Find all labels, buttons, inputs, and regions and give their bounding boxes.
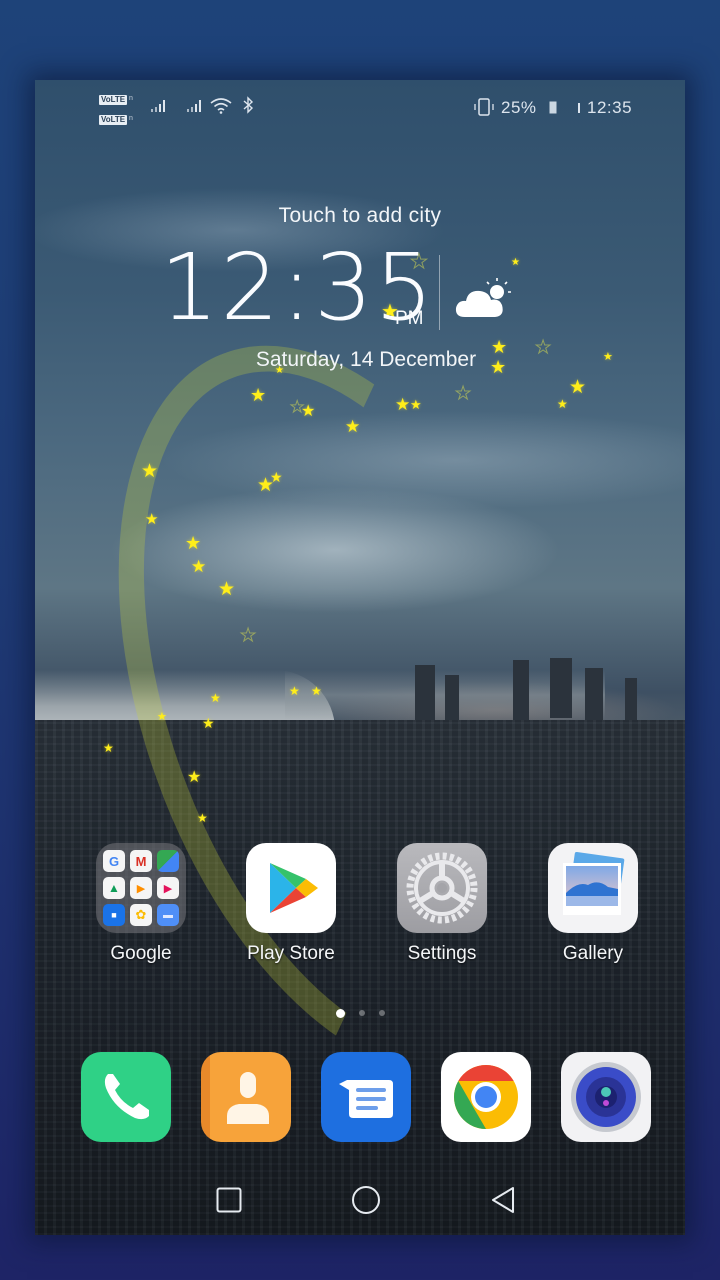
bluetooth-icon bbox=[243, 96, 254, 114]
dock-phone[interactable] bbox=[81, 1052, 171, 1142]
home-button[interactable] bbox=[346, 1184, 386, 1216]
status-time: 12:35 bbox=[587, 98, 633, 117]
star-particle: ★ bbox=[145, 511, 159, 528]
home-icon bbox=[352, 1186, 380, 1214]
wallpaper-building bbox=[585, 668, 603, 728]
phone-screen: ★ ★ ★ ★ ★ ★ ★ ★ ★ ★ ★ ★ ★ ★ ★ ★ ★ ★ ★ ★ … bbox=[35, 80, 685, 1235]
play-store-icon bbox=[246, 843, 336, 933]
clock-ampm: PM bbox=[395, 308, 424, 329]
star-particle: ★ bbox=[250, 385, 267, 405]
messages-icon bbox=[339, 1080, 393, 1118]
page-dot[interactable] bbox=[358, 1010, 365, 1016]
star-particle: ★ bbox=[270, 469, 283, 485]
page-dot-active[interactable] bbox=[335, 1009, 345, 1018]
signal-icon bbox=[187, 100, 201, 112]
star-particle-outline: ★ bbox=[239, 625, 257, 645]
star-particle: ★ bbox=[345, 417, 361, 436]
app-label: Play Store bbox=[247, 943, 335, 964]
photos-icon: ✿ bbox=[130, 904, 152, 926]
add-city-prompt[interactable]: Touch to add city bbox=[35, 204, 685, 228]
play-music-icon: ▶ bbox=[130, 877, 152, 899]
recents-button[interactable] bbox=[209, 1184, 249, 1216]
star-particle: ★ bbox=[185, 533, 202, 553]
star-particle: ★ bbox=[311, 684, 322, 698]
clock-date[interactable]: Saturday, 14 December bbox=[35, 348, 685, 372]
dock-contacts[interactable] bbox=[201, 1052, 291, 1142]
star-particle: ★ bbox=[569, 377, 587, 398]
app-label: Gallery bbox=[562, 943, 624, 964]
messages-mini-icon: ▬ bbox=[157, 904, 179, 926]
gallery-icon bbox=[548, 843, 638, 933]
star-particle: ★ bbox=[218, 579, 236, 600]
volte-icon: VoLTE bbox=[99, 95, 128, 105]
volte-icon: VoLTE bbox=[99, 115, 128, 125]
status-bar: VoLTE n VoLTE n 25% 12:35 bbox=[35, 80, 685, 140]
sim1-data-icon: n bbox=[129, 95, 133, 102]
page-indicator bbox=[35, 1009, 685, 1018]
google-folder-icon: G M ▲ ▶ ▶ ■ ✿ ▬ bbox=[96, 843, 186, 933]
star-particle-outline: ★ bbox=[454, 383, 472, 403]
battery-percent: 25% bbox=[501, 98, 537, 117]
contacts-icon bbox=[227, 1072, 269, 1124]
star-particle: ★ bbox=[187, 769, 202, 786]
app-label: Settings bbox=[407, 943, 477, 964]
star-particle-outline: ★ bbox=[289, 399, 305, 416]
star-particle: ★ bbox=[410, 397, 422, 412]
star-particle: ★ bbox=[141, 461, 159, 482]
notification-indicator bbox=[578, 103, 580, 113]
google-icon: G bbox=[103, 850, 125, 872]
partly-cloudy-icon[interactable] bbox=[453, 275, 517, 325]
back-icon bbox=[492, 1187, 514, 1213]
play-movies-icon: ▶ bbox=[157, 877, 179, 899]
dock-chrome[interactable] bbox=[441, 1052, 531, 1142]
app-play-store[interactable]: Play Store bbox=[231, 843, 351, 965]
star-particle: ★ bbox=[197, 811, 208, 825]
vibrate-icon bbox=[474, 98, 494, 116]
app-gallery[interactable]: Gallery bbox=[533, 843, 653, 965]
star-particle: ★ bbox=[202, 715, 215, 731]
clock-time[interactable]: 12:35 bbox=[160, 242, 435, 334]
back-button[interactable] bbox=[483, 1184, 523, 1216]
dock-camera[interactable] bbox=[561, 1052, 651, 1142]
camera-icon bbox=[571, 1062, 641, 1132]
settings-icon bbox=[397, 843, 487, 933]
wifi-icon bbox=[210, 98, 232, 114]
gmail-icon: M bbox=[130, 850, 152, 872]
widget-divider bbox=[439, 255, 440, 330]
app-settings[interactable]: Settings bbox=[382, 843, 502, 965]
star-particle: ★ bbox=[511, 257, 520, 268]
duo-icon: ■ bbox=[103, 904, 125, 926]
battery-icon bbox=[549, 101, 557, 114]
app-label: Google bbox=[110, 943, 172, 964]
star-particle: ★ bbox=[157, 711, 167, 723]
page-dot[interactable] bbox=[378, 1010, 385, 1016]
recents-icon bbox=[216, 1187, 242, 1213]
sim2-data-icon: n bbox=[129, 115, 133, 122]
maps-icon bbox=[157, 850, 179, 872]
chrome-icon bbox=[454, 1065, 518, 1129]
star-particle: ★ bbox=[103, 741, 114, 755]
phone-icon bbox=[104, 1074, 149, 1120]
star-particle: ★ bbox=[289, 684, 300, 698]
drive-icon: ▲ bbox=[103, 877, 125, 899]
star-particle: ★ bbox=[210, 691, 221, 705]
signal-icon bbox=[151, 100, 165, 112]
dock-messages[interactable] bbox=[321, 1052, 411, 1142]
app-google-folder[interactable]: G M ▲ ▶ ▶ ■ ✿ ▬ Google bbox=[81, 843, 201, 965]
star-particle: ★ bbox=[395, 395, 411, 414]
star-particle: ★ bbox=[191, 557, 207, 576]
star-particle: ★ bbox=[557, 397, 568, 411]
